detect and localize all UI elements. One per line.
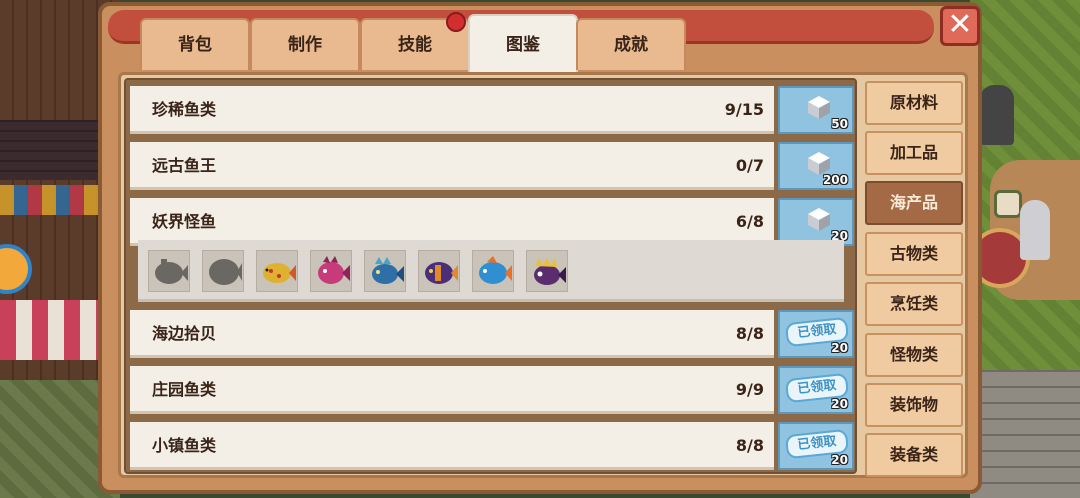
tab-achievements[interactable]: 成就 xyxy=(576,18,686,70)
row-label: 庄园鱼类 9/9 xyxy=(130,366,774,414)
list-item[interactable]: 珍稀鱼类 9/15 50 xyxy=(130,86,854,134)
collection-panel: ✕ 背包 制作 技能 图鉴 成就 珍稀鱼类 9/15 50 远古鱼王 0/7 2… xyxy=(98,2,982,494)
category-decorations[interactable]: 装饰物 xyxy=(865,383,963,427)
fish-silhouette-1-icon xyxy=(155,259,188,284)
row-name: 远古鱼王 xyxy=(152,156,217,175)
purple-crowned-fish-icon xyxy=(534,258,566,285)
fish-slot[interactable] xyxy=(526,250,568,292)
category-antiques[interactable]: 古物类 xyxy=(865,232,963,276)
collection-list[interactable]: 珍稀鱼类 9/15 50 远古鱼王 0/7 200 妖界怪鱼 6/8 20 海边… xyxy=(124,78,857,474)
game-scene-right xyxy=(970,0,1080,498)
row-name: 小镇鱼类 xyxy=(152,436,217,455)
row-label: 妖界怪鱼 6/8 xyxy=(130,198,774,246)
row-label: 小镇鱼类 8/8 xyxy=(130,422,774,470)
list-item[interactable]: 远古鱼王 0/7 200 xyxy=(130,142,854,190)
tab-collection[interactable]: 图鉴 xyxy=(468,14,578,76)
row-name: 珍稀鱼类 xyxy=(152,100,217,119)
row-progress: 9/15 xyxy=(724,100,764,119)
reward-count: 200 xyxy=(822,173,848,187)
list-item[interactable]: 庄园鱼类 9/9 已领取 20 xyxy=(130,366,854,414)
tab-backpack[interactable]: 背包 xyxy=(140,18,250,70)
reward-claimed: 已领取 20 xyxy=(778,422,854,470)
reward-count: 20 xyxy=(831,341,848,355)
category-equipment[interactable]: 装备类 xyxy=(865,433,963,477)
reward-button[interactable]: 20 xyxy=(778,198,854,246)
yellow-spotted-fish-icon xyxy=(263,263,296,283)
row-progress: 8/8 xyxy=(735,436,764,455)
row-name: 妖界怪鱼 xyxy=(152,212,217,231)
purple-orange-fish-icon xyxy=(425,262,458,284)
blue-dragon-fish-icon xyxy=(372,257,404,284)
category-processed-goods[interactable]: 加工品 xyxy=(865,131,963,175)
silver-cube-icon xyxy=(808,208,830,231)
category-cooking[interactable]: 烹饪类 xyxy=(865,282,963,326)
fish-slot[interactable] xyxy=(148,250,190,292)
pink-monster-fish-icon xyxy=(318,256,350,284)
category-seafood[interactable]: 海产品 xyxy=(865,181,963,225)
row-name: 庄园鱼类 xyxy=(152,380,217,399)
npc-character xyxy=(1020,200,1050,260)
reward-count: 20 xyxy=(831,397,848,411)
silver-cube-icon xyxy=(808,96,830,119)
category-raw-materials[interactable]: 原材料 xyxy=(865,81,963,125)
list-item[interactable]: 海边拾贝 8/8 已领取 20 xyxy=(130,310,854,358)
fish-icon-strip xyxy=(138,240,844,302)
row-label: 远古鱼王 0/7 xyxy=(130,142,774,190)
reward-button[interactable]: 200 xyxy=(778,142,854,190)
fish-slot[interactable] xyxy=(472,250,514,292)
reward-claimed: 已领取 20 xyxy=(778,310,854,358)
clock-icon xyxy=(994,190,1022,218)
row-progress: 6/8 xyxy=(735,212,764,231)
fish-slot[interactable] xyxy=(202,250,244,292)
row-progress: 9/9 xyxy=(735,380,764,399)
content-area: 珍稀鱼类 9/15 50 远古鱼王 0/7 200 妖界怪鱼 6/8 20 海边… xyxy=(118,72,968,478)
tab-crafting[interactable]: 制作 xyxy=(250,18,360,70)
list-item[interactable]: 小镇鱼类 8/8 已领取 20 xyxy=(130,422,854,470)
close-button[interactable]: ✕ xyxy=(940,6,980,46)
npc-character xyxy=(980,85,1014,145)
fish-slot[interactable] xyxy=(364,250,406,292)
fish-slot[interactable] xyxy=(256,250,298,292)
category-monsters[interactable]: 怪物类 xyxy=(865,333,963,377)
notification-dot xyxy=(446,12,466,32)
list-item-expanded[interactable]: 妖界怪鱼 6/8 20 xyxy=(130,198,854,246)
reward-claimed: 已领取 20 xyxy=(778,366,854,414)
reward-count: 50 xyxy=(831,117,848,131)
fish-slot[interactable] xyxy=(310,250,352,292)
row-label: 珍稀鱼类 9/15 xyxy=(130,86,774,134)
reward-button[interactable]: 50 xyxy=(778,86,854,134)
fish-slot[interactable] xyxy=(418,250,460,292)
stone-wall xyxy=(970,370,1080,498)
row-progress: 0/7 xyxy=(735,156,764,175)
row-name: 海边拾贝 xyxy=(152,324,217,343)
row-progress: 8/8 xyxy=(735,324,764,343)
row-label: 海边拾贝 8/8 xyxy=(130,310,774,358)
fish-silhouette-2-icon xyxy=(209,259,242,285)
reward-count: 20 xyxy=(831,453,848,467)
blue-orange-fish-icon xyxy=(479,256,512,284)
